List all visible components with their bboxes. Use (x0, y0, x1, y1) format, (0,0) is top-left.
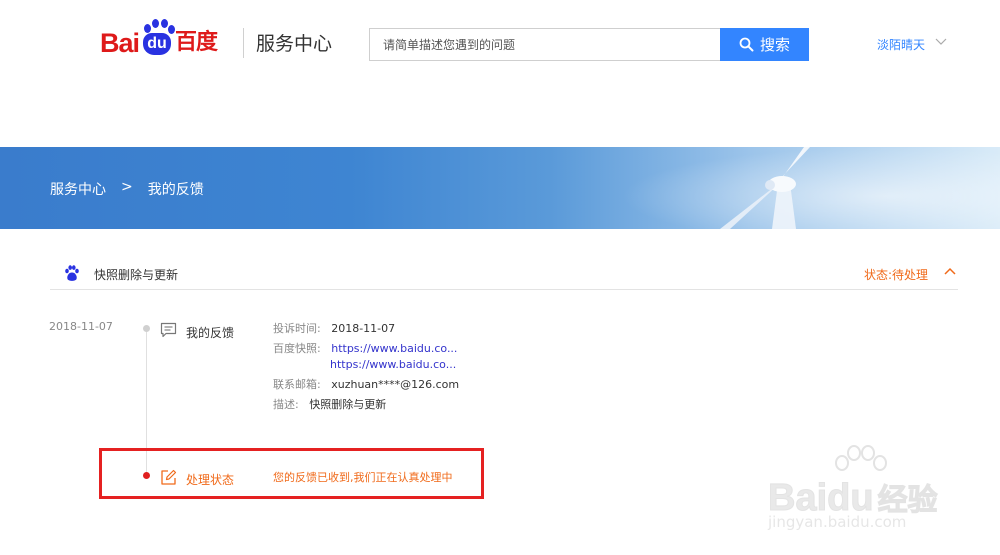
wind-turbine-image (720, 147, 810, 229)
desc-label: 描述: (273, 398, 299, 411)
detail-snapshot-row: 百度快照: https://www.baidu.co... (273, 341, 457, 357)
search-icon (739, 37, 754, 52)
status-badge: 状态:待处理 (863, 268, 928, 282)
search-box (369, 28, 720, 61)
email-value: xuzhuan****@126.com (331, 378, 460, 391)
timeline-dot (143, 325, 150, 332)
feedback-header[interactable]: 快照删除与更新 状态:待处理 (50, 258, 958, 290)
comment-icon (160, 322, 177, 338)
breadcrumb-separator: > (121, 179, 133, 195)
paw-icon (65, 265, 79, 281)
search-button-label: 搜索 (759, 36, 790, 54)
step-my-feedback-label: 我的反馈 (186, 326, 235, 340)
breadcrumb-my-feedback: 我的反馈 (147, 182, 204, 198)
time-label: 投诉时间: (273, 322, 321, 335)
detail-time-row: 投诉时间: 2018-11-07 (273, 321, 395, 337)
page-banner: 服务中心 > 我的反馈 (0, 147, 1000, 229)
snapshot-link-1[interactable]: https://www.baidu.co... (331, 342, 457, 355)
top-header: Bai du 百度 服务中心 搜索 淡陌晴天 (0, 0, 1000, 90)
email-label: 联系邮箱: (273, 378, 321, 391)
chevron-down-icon[interactable] (935, 38, 947, 46)
timeline-date: 2018-11-07 (49, 320, 113, 333)
breadcrumb-service-center[interactable]: 服务中心 (50, 179, 106, 199)
detail-snapshot-row-2: https://www.baidu.co... (330, 357, 456, 373)
user-name-link[interactable]: 淡陌晴天 (877, 36, 925, 53)
chevron-up-icon[interactable] (944, 266, 956, 276)
watermark-url: jingyan.baidu.com (768, 513, 907, 531)
search-input[interactable] (370, 29, 720, 60)
logo-divider (243, 28, 244, 58)
logo-bai-text: Bai (100, 28, 140, 58)
search-button[interactable]: 搜索 (720, 28, 809, 61)
detail-desc-row: 描述: 快照删除与更新 (273, 397, 386, 413)
baidu-logo[interactable]: Bai du 百度 (100, 14, 218, 58)
logo-cn-text: 百度 (175, 30, 218, 55)
snapshot-link-2[interactable]: https://www.baidu.co... (330, 358, 456, 371)
detail-email-row: 联系邮箱: xuzhuan****@126.com (273, 377, 459, 393)
time-value: 2018-11-07 (331, 322, 396, 335)
feedback-title: 快照删除与更新 (94, 268, 179, 282)
snapshot-label: 百度快照: (273, 342, 321, 355)
service-center-title: 服务中心 (256, 33, 333, 55)
paw-logo-icon: du (140, 18, 176, 58)
desc-value: 快照删除与更新 (309, 398, 387, 411)
logo-du-text: du (143, 33, 172, 55)
breadcrumb: 服务中心 > 我的反馈 (50, 179, 204, 199)
highlight-annotation-box (99, 448, 484, 499)
baidu-jingyan-watermark: Baidu 经验 jingyan.baidu.com (760, 445, 960, 535)
